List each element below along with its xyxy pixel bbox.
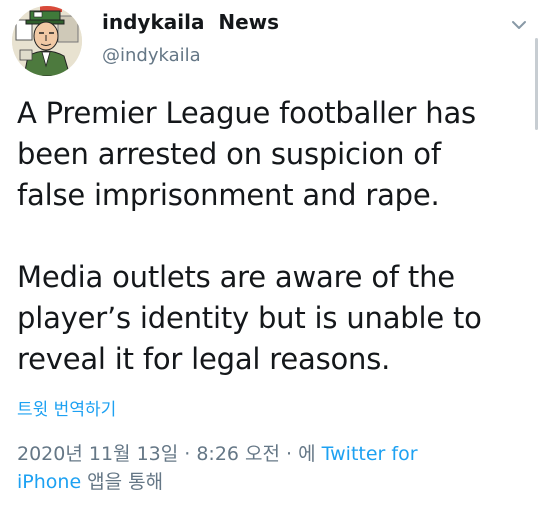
user-handle[interactable]: @indykaila [102, 43, 279, 69]
scrollbar[interactable] [535, 38, 538, 130]
translate-tweet-link[interactable]: 트윗 번역하기 [17, 399, 116, 421]
cartoon-man-avatar-icon [12, 6, 82, 76]
via-prefix: 에 [298, 443, 322, 465]
profile-avatar[interactable] [12, 6, 82, 76]
tweet-timestamp[interactable]: 2020년 11월 13일 · 8:26 오전 · [17, 443, 298, 465]
source-line-1: Twitter for [321, 443, 418, 465]
tweet-card: indykaila News @indykaila A Premier Leag… [0, 0, 540, 506]
tweet-menu-button[interactable] [508, 14, 530, 36]
tweet-metadata: 2020년 11월 13일 · 8:26 오전 · 에 Twitter for i… [17, 440, 487, 496]
source-suffix: 앱을 통해 [81, 471, 164, 493]
display-name[interactable]: indykaila News [102, 9, 279, 35]
chevron-down-icon [512, 21, 526, 29]
tweet-text: A Premier League footballer has been arr… [17, 96, 482, 376]
source-line-2: iPhone [17, 471, 82, 493]
author-info[interactable]: indykaila News @indykaila [102, 9, 279, 69]
